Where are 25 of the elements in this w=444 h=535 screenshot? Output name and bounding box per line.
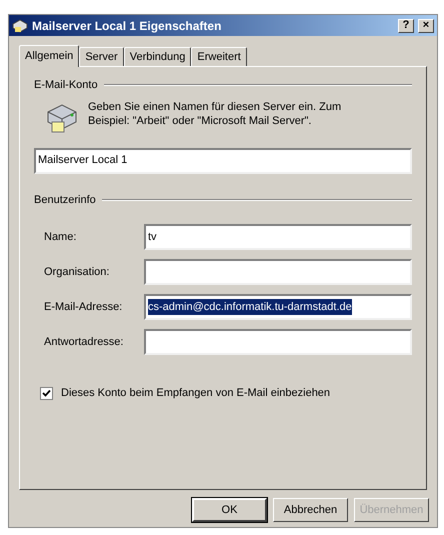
group-title: E-Mail-Konto (34, 78, 98, 93)
mail-server-icon (12, 18, 28, 32)
input-field[interactable]: cs-admin@cdc.informatik.tu-darmstadt.de (144, 294, 412, 320)
tab[interactable]: Verbindung (124, 47, 192, 66)
dialog-button[interactable]: Abbrechen (273, 498, 348, 522)
tab[interactable]: Server (79, 47, 124, 66)
field-label: Antwortadresse: (44, 334, 124, 350)
close-button[interactable]: × (418, 18, 434, 32)
input-field[interactable] (144, 329, 412, 355)
input-field[interactable]: tv (144, 224, 412, 250)
input-field[interactable] (144, 259, 412, 285)
field-label: E-Mail-Adresse: (44, 300, 124, 315)
checkbox[interactable] (40, 386, 53, 400)
help-button[interactable]: ? (398, 18, 414, 32)
group-title: Benutzerinfo (34, 192, 96, 208)
tab[interactable]: Erweitert (191, 47, 247, 66)
check-icon (42, 388, 51, 398)
account-name-field[interactable]: Mailserver Local 1 (34, 148, 412, 174)
dialog-button[interactable]: OK (192, 498, 267, 522)
checkbox-label: Dieses Konto beim Empfangen von E-Mail einbeziehen (61, 386, 330, 401)
window-title: Mailserver Local 1 Eigenschaften (32, 18, 222, 34)
field-label: Organisation: (44, 264, 110, 280)
description-text: Geben Sie einen Namen für diesen Server ein. Zum Beispiel: "Arbeit" oder "Microsoft Mail Server". (88, 100, 342, 128)
tab[interactable]: Allgemein (19, 45, 80, 67)
field-label: Name: (44, 230, 78, 245)
